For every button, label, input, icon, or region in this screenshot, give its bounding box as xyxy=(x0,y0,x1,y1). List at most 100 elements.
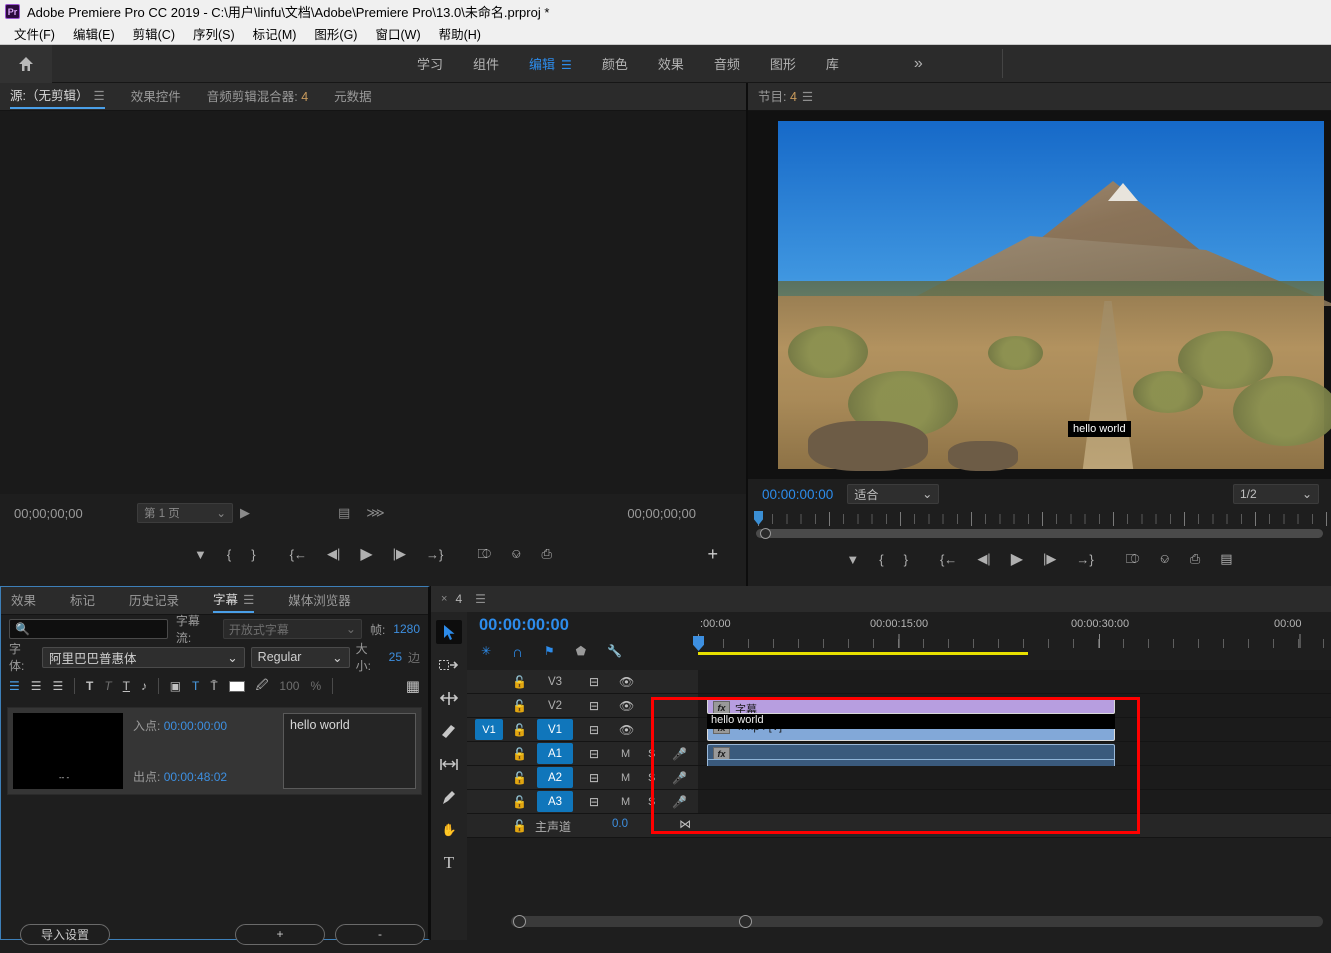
scroll-handle-right[interactable] xyxy=(739,915,752,928)
ripple-edit-tool[interactable] xyxy=(436,686,462,710)
menu-item-edit[interactable]: 编辑(E) xyxy=(64,22,124,45)
font-style-select[interactable]: Regular⌄ xyxy=(251,647,350,668)
menu-item-graphics[interactable]: 图形(G) xyxy=(305,22,366,45)
menu-item-help[interactable]: 帮助(H) xyxy=(430,22,490,45)
sync-lock-icon[interactable]: ⊟ xyxy=(589,747,599,761)
solo-button-a2[interactable]: S xyxy=(648,772,655,784)
timeline-settings-icon[interactable]: 🔧 xyxy=(607,644,622,661)
menu-item-clip[interactable]: 剪辑(C) xyxy=(124,22,184,45)
menu-item-marker[interactable]: 标记(M) xyxy=(244,22,306,45)
tab-markers[interactable]: 标记 xyxy=(70,590,95,612)
program-monitor-viewport[interactable]: hello world xyxy=(748,111,1331,479)
italic-icon[interactable]: T xyxy=(104,679,111,693)
caption-out-value[interactable]: 00:00:48:02 xyxy=(164,770,227,784)
tab-editing-menu-icon[interactable]: ☰ xyxy=(561,58,572,72)
captions-search-input[interactable]: 🔍 xyxy=(9,619,168,639)
caption-stream-select[interactable]: 开放式字幕⌄ xyxy=(223,619,362,639)
tab-effect-controls[interactable]: 效果控件 xyxy=(131,86,181,108)
step-forward-icon[interactable]: |▶ xyxy=(1043,551,1056,567)
sync-lock-icon[interactable]: ⊟ xyxy=(589,723,599,737)
sync-lock-icon[interactable]: ⊟ xyxy=(589,699,599,713)
captions-panel-menu-icon[interactable]: ☰ xyxy=(243,593,254,607)
tab-audio[interactable]: 音频 xyxy=(714,54,740,73)
menu-item-file[interactable]: 文件(F) xyxy=(5,22,64,45)
tab-effects[interactable]: 效果 xyxy=(11,590,36,612)
mute-button-a1[interactable]: M xyxy=(621,748,630,760)
eye-icon[interactable]: 👁 xyxy=(619,699,634,713)
track-name-a3[interactable]: A3 xyxy=(537,791,573,812)
tab-source[interactable]: 源:（无剪辑）☰ xyxy=(10,85,105,109)
eyedropper-icon[interactable]: 🖉 xyxy=(256,676,269,697)
program-current-timecode[interactable]: 00:00:00:00 xyxy=(762,487,833,502)
caption-text-input[interactable]: hello world xyxy=(283,713,416,789)
tab-color[interactable]: 颜色 xyxy=(602,54,628,73)
timeline-panel-menu-icon[interactable]: ☰ xyxy=(475,592,486,606)
step-forward-icon[interactable]: |▶ xyxy=(393,546,406,562)
film-strip-icon[interactable]: ▤ xyxy=(338,505,350,521)
tab-audio-clip-mixer[interactable]: 音频剪辑混合器: 4 xyxy=(207,86,308,108)
tab-captions[interactable]: 字幕☰ xyxy=(213,589,254,613)
program-monitor-ruler[interactable] xyxy=(748,509,1331,539)
eye-icon[interactable]: 👁 xyxy=(619,675,634,689)
lock-icon[interactable]: 🔓 xyxy=(512,675,527,689)
hand-tool[interactable]: ✋ xyxy=(436,818,462,842)
button-editor-plus[interactable]: + xyxy=(707,544,718,565)
solo-button-a1[interactable]: S xyxy=(648,748,655,760)
mark-out-icon[interactable]: } xyxy=(904,552,908,567)
lock-icon[interactable]: 🔓 xyxy=(512,747,527,761)
linked-selection-icon[interactable]: ⚑ xyxy=(544,644,555,661)
text-color-icon[interactable]: T xyxy=(192,679,199,693)
import-settings-button[interactable]: 导入设置 xyxy=(20,924,110,945)
track-lane-v2[interactable]: fx 字幕 hello world xyxy=(698,694,1331,717)
microphone-icon[interactable]: 🎤 xyxy=(672,771,687,785)
track-name-v2[interactable]: V2 xyxy=(537,695,573,716)
timeline-horizontal-scrollbar[interactable] xyxy=(511,916,1323,927)
lift-icon[interactable]: ⎄ xyxy=(1126,551,1140,567)
slip-tool[interactable] xyxy=(436,752,462,776)
mark-in-icon[interactable]: { xyxy=(879,552,883,567)
mute-button-a2[interactable]: M xyxy=(621,772,630,784)
underline-icon[interactable]: T xyxy=(123,679,130,693)
microphone-icon[interactable]: 🎤 xyxy=(672,747,687,761)
program-resolution-select[interactable]: 1/2⌄ xyxy=(1233,484,1319,504)
lock-icon[interactable]: 🔓 xyxy=(512,723,527,737)
sync-lock-icon[interactable]: ⊟ xyxy=(589,675,599,689)
go-to-out-icon[interactable]: →} xyxy=(426,547,443,562)
lock-icon[interactable]: 🔓 xyxy=(512,819,527,833)
program-panel-menu-icon[interactable]: ☰ xyxy=(802,90,813,104)
tab-learning[interactable]: 学习 xyxy=(417,54,443,73)
track-lane-v3[interactable] xyxy=(698,670,1331,693)
clip-subtitle[interactable]: fx 字幕 xyxy=(707,698,1115,714)
button-editor-icon[interactable]: ▤ xyxy=(1220,551,1232,567)
play-icon[interactable]: ▶ xyxy=(360,544,372,564)
export-frame-icon[interactable]: ⎙ xyxy=(542,546,552,562)
color-swatch[interactable] xyxy=(229,681,245,692)
close-icon[interactable]: × xyxy=(441,593,447,605)
track-target-v1[interactable]: V1 xyxy=(475,719,503,740)
track-lane-a2[interactable] xyxy=(698,766,1331,789)
pen-tool[interactable] xyxy=(436,785,462,809)
opacity-value[interactable]: 100 xyxy=(279,679,299,693)
tab-libraries[interactable]: 库 xyxy=(826,54,839,73)
track-lane-a1[interactable]: fx xyxy=(698,742,1331,765)
play-icon[interactable]: ▶ xyxy=(1011,549,1023,569)
tab-media-browser[interactable]: 媒体浏览器 xyxy=(288,590,351,612)
font-family-select[interactable]: 阿里巴巴普惠体⌄ xyxy=(42,647,245,668)
source-page-select[interactable]: 第 1 页⌄ xyxy=(137,503,233,523)
lock-icon[interactable]: 🔓 xyxy=(512,795,527,809)
source-play-arrow-icon[interactable]: ▶ xyxy=(240,505,250,521)
audio-waveform-icon[interactable]: ⋙ xyxy=(366,505,385,521)
add-marker-icon[interactable]: ▼ xyxy=(846,552,859,567)
step-back-icon[interactable]: ◀| xyxy=(327,546,340,562)
go-to-out-icon[interactable]: →} xyxy=(1076,552,1093,567)
align-center-icon[interactable]: ☰ xyxy=(31,679,42,693)
tab-assembly[interactable]: 组件 xyxy=(473,54,499,73)
extract-icon[interactable]: ⎉ xyxy=(1159,551,1169,567)
snap-magnet-icon[interactable]: ∩ xyxy=(512,644,523,661)
track-name-v1[interactable]: V1 xyxy=(537,719,573,740)
track-name-a2[interactable]: A2 xyxy=(537,767,573,788)
zoom-handle-left[interactable] xyxy=(760,528,771,539)
track-lane-a3[interactable] xyxy=(698,790,1331,813)
tab-sequence[interactable]: 4 xyxy=(455,592,462,606)
align-right-icon[interactable]: ☰ xyxy=(53,679,64,693)
